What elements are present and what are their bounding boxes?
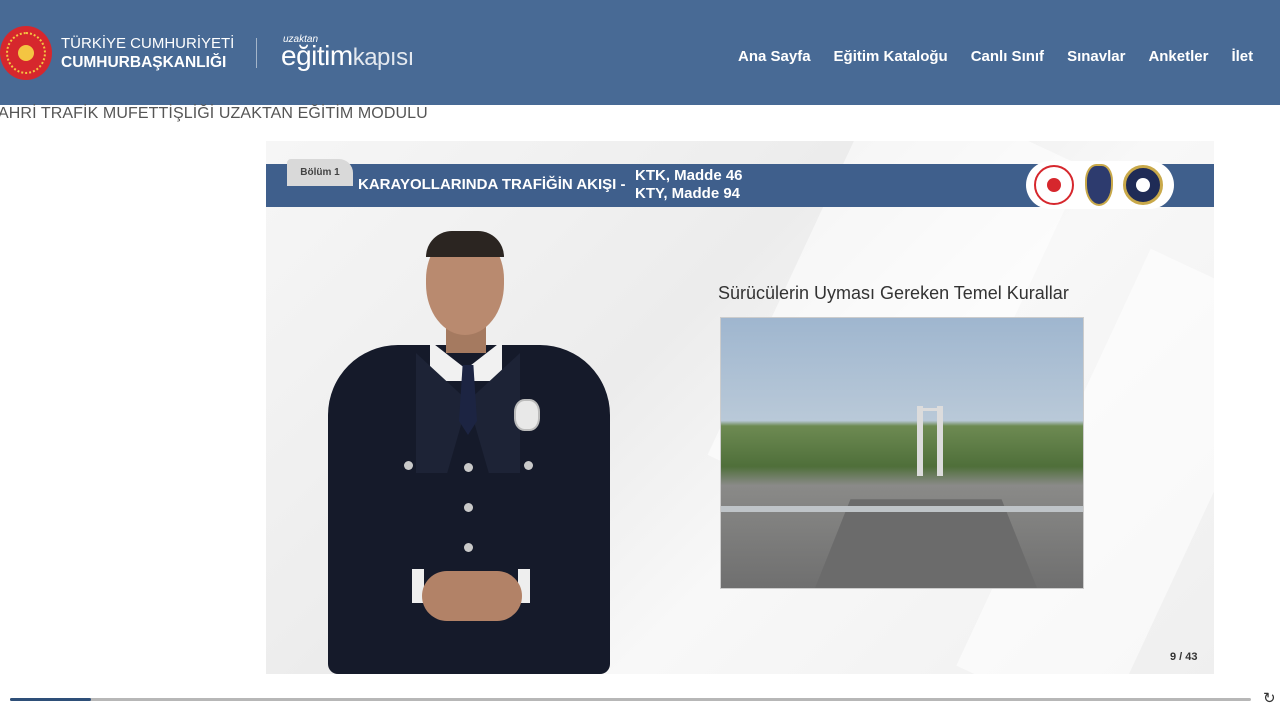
- nav-sinavlar[interactable]: Sınavlar: [1067, 48, 1125, 65]
- presidency-seal-icon[interactable]: [0, 26, 52, 80]
- org-line2: CUMHURBAŞKANLIĞI: [61, 54, 227, 71]
- brand-big-2: kapısı: [352, 44, 415, 71]
- header-divider: [256, 38, 257, 68]
- video-player[interactable]: Bölüm 1 KARAYOLLARINDA TRAFİĞİN AKIŞI - …: [266, 141, 1214, 674]
- banner-references: KTK, Madde 46 KTY, Madde 94: [635, 167, 743, 203]
- police-badge-logo-icon: [1085, 164, 1113, 206]
- org-line1: TÜRKİYE CUMHURİYETİ: [61, 35, 235, 52]
- banner-title: KARAYOLLARINDA TRAFİĞİN AKIŞI -: [358, 176, 626, 193]
- nav-anketler[interactable]: Anketler: [1148, 48, 1208, 65]
- video-progress-fill: [10, 698, 91, 701]
- replay-icon[interactable]: ↻: [1263, 691, 1279, 707]
- nav-iletisim[interactable]: İlet: [1231, 48, 1253, 65]
- highway-bridge-photo: [720, 317, 1084, 589]
- section-tab: Bölüm 1: [287, 159, 353, 186]
- emblem-logo-icon: [1034, 165, 1074, 205]
- nav-egitim-katalogu[interactable]: Eğitim Kataloğu: [834, 48, 948, 65]
- nav-canli-sinif[interactable]: Canlı Sınıf: [971, 48, 1044, 65]
- police-seal-logo-icon: [1123, 165, 1163, 205]
- brand-big-text: eğitimkapısı: [281, 40, 414, 72]
- top-navigation-bar: TÜRKİYE CUMHURİYETİ CUMHURBAŞKANLIĞI uza…: [0, 0, 1280, 105]
- brand-big-1: eğitim: [281, 40, 353, 71]
- ref-line2: KTY, Madde 94: [635, 185, 741, 202]
- module-title: AHRİ TRAFİK MUFETTİŞLİĞİ UZAKTAN EĞİTİM …: [0, 105, 428, 122]
- police-badge-icon: [514, 399, 540, 431]
- video-progress-bar[interactable]: [10, 698, 1251, 701]
- slide-page-counter: 9 / 43: [1170, 651, 1198, 663]
- slide-heading: Sürücülerin Uyması Gereken Temel Kuralla…: [718, 283, 1069, 303]
- presenter-officer: [326, 231, 611, 674]
- ref-line1: KTK, Madde 46: [635, 167, 743, 184]
- organization-name[interactable]: TÜRKİYE CUMHURİYETİ CUMHURBAŞKANLIĞI: [61, 34, 234, 72]
- institution-logos: [1026, 161, 1174, 209]
- main-nav: Ana Sayfa Eğitim Kataloğu Canlı Sınıf Sı…: [738, 48, 1276, 65]
- nav-ana-sayfa[interactable]: Ana Sayfa: [738, 48, 811, 65]
